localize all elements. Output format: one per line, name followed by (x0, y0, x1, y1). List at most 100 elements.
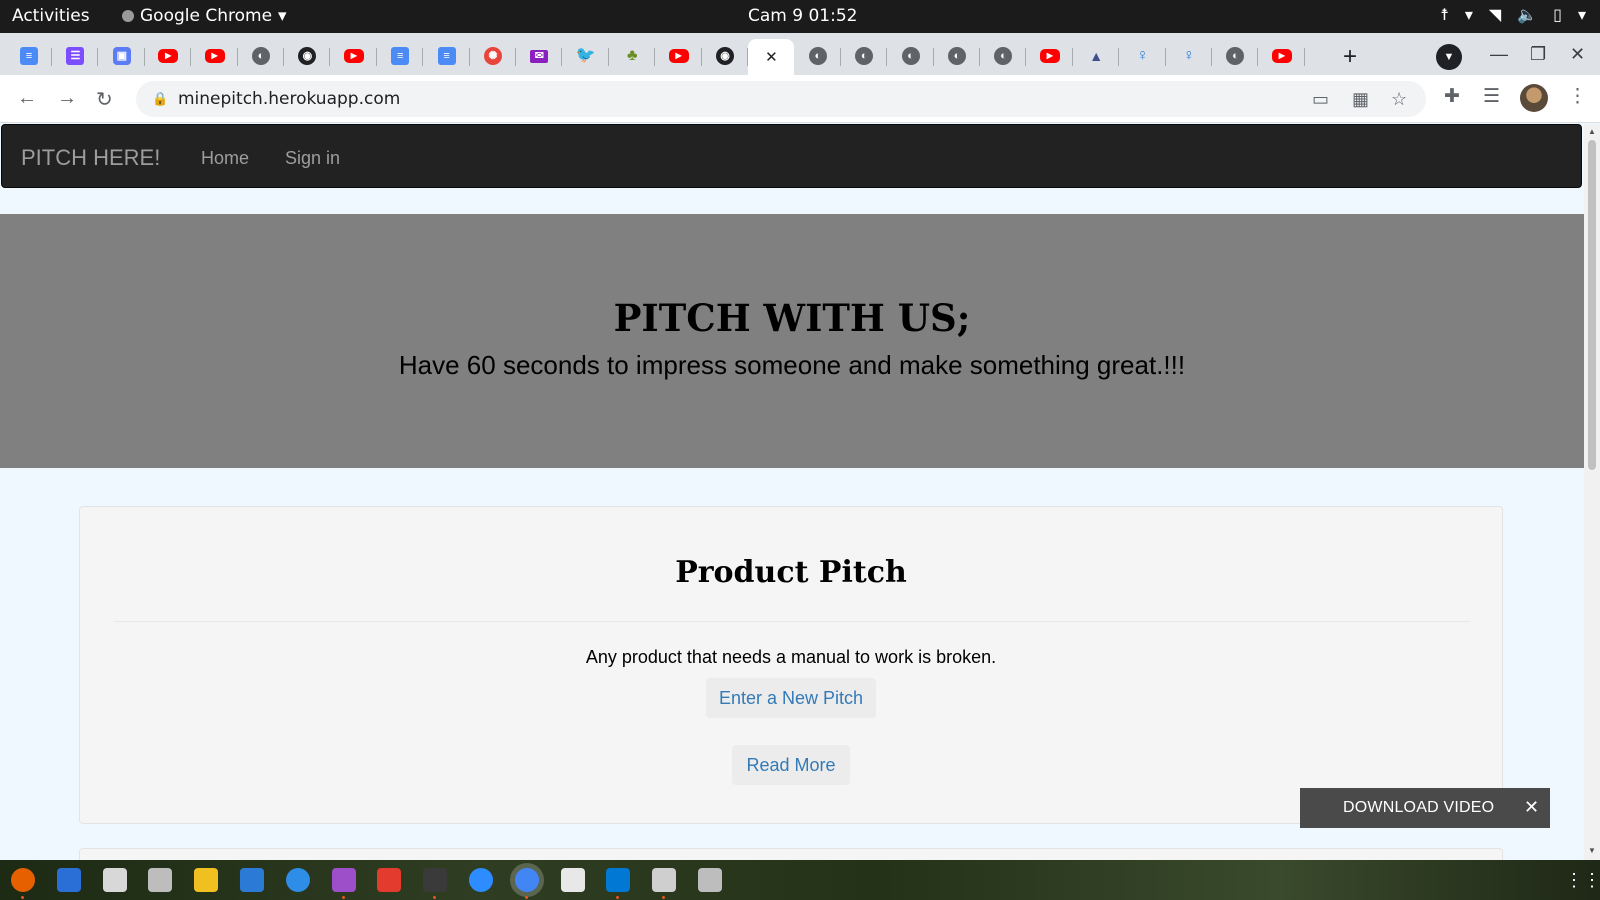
browser-tab[interactable]: ✉ (516, 39, 563, 73)
tab-close-icon[interactable]: ✕ (765, 48, 778, 66)
chevron-down-icon[interactable]: ▾ (1578, 5, 1586, 24)
close-icon[interactable]: ✕ (1524, 797, 1539, 818)
ubuntu-dock: ⋮⋮ (0, 860, 1600, 900)
browser-tab[interactable]: ◐ (888, 39, 934, 73)
clock[interactable]: Cam 9 01:52 (748, 6, 857, 26)
chrome-icon[interactable] (514, 868, 539, 892)
browser-tab[interactable]: 🐦 (563, 39, 609, 73)
files-icon[interactable] (102, 868, 127, 892)
minimize-icon[interactable]: — (1490, 44, 1508, 65)
tab-active[interactable]: ✕ (748, 39, 795, 75)
browser-tab[interactable]: ♣ (609, 39, 656, 73)
pitch-card: Product Pitch Any product that needs a m… (79, 506, 1503, 824)
browser-tab[interactable]: ☰ (52, 39, 99, 73)
browser-tab[interactable]: ▶ (656, 39, 702, 73)
document-viewer-icon[interactable] (560, 868, 585, 892)
browser-tab[interactable]: ▶ (192, 39, 238, 73)
new-tab-button[interactable]: + (1336, 43, 1364, 71)
extensions-icon[interactable]: ✚ (1444, 85, 1460, 108)
show-applications-icon[interactable]: ⋮⋮ (1565, 870, 1600, 891)
maximize-icon[interactable]: ❐ (1530, 44, 1546, 65)
hero-subtitle: Have 60 seconds to impress someone and m… (398, 350, 1186, 380)
media-control-icon[interactable]: ☰ (1483, 85, 1500, 108)
browser-tab[interactable]: ◐ (980, 39, 1027, 73)
browser-tab[interactable]: ◐ (795, 39, 841, 73)
app-menu[interactable]: Google Chrome ▾ (122, 6, 287, 26)
browser-tab[interactable]: ▶ (1027, 39, 1073, 73)
site-brand[interactable]: PITCH HERE! (21, 145, 160, 171)
rhythmbox-icon[interactable] (194, 868, 219, 892)
browser-tab[interactable]: ▲ (1073, 39, 1120, 73)
screenshot-icon[interactable] (148, 868, 173, 892)
browser-tab[interactable]: ▶ (331, 39, 377, 73)
drive-icon[interactable] (698, 868, 722, 892)
video-icon[interactable] (331, 868, 356, 892)
vscode-icon[interactable] (606, 868, 631, 892)
browser-tab[interactable]: ◐ (934, 39, 980, 73)
browser-tab[interactable]: ✺ (470, 39, 516, 73)
url-text[interactable]: minepitch.herokuapp.com (178, 89, 400, 109)
pitch-category-title: Product Pitch (675, 555, 907, 590)
scrollbar-thumb[interactable] (1588, 140, 1596, 470)
lock-icon[interactable]: 🔒 (152, 91, 168, 107)
zoom-icon[interactable] (469, 868, 493, 892)
globe-icon: ◐ (855, 47, 874, 65)
accessibility-icon[interactable]: ☨ (1440, 5, 1449, 24)
hero-banner: PITCH WITH US; Have 60 seconds to impres… (0, 214, 1584, 468)
browser-tab[interactable]: ◉ (702, 39, 748, 73)
browser-tab[interactable]: ♀ (1166, 39, 1212, 73)
app-menu-label: Google Chrome (140, 6, 273, 26)
browser-tab[interactable]: ◐ (238, 39, 284, 73)
usb-creator-icon[interactable] (652, 868, 677, 892)
bookmark-star-icon[interactable]: ☆ (1391, 89, 1407, 110)
thunderbird-icon[interactable] (56, 868, 81, 892)
nav-home-link[interactable]: Home (201, 148, 249, 169)
graduation-cap-icon: ▲ (1089, 48, 1104, 64)
firefox-icon[interactable] (11, 868, 35, 892)
tab-search-button[interactable]: ▼ (1436, 44, 1462, 70)
download-video-bar[interactable]: DOWNLOAD VIDEO ✕ (1300, 788, 1550, 828)
terminal-icon[interactable] (423, 868, 448, 892)
chevron-down-icon[interactable]: ▾ (1465, 5, 1473, 24)
volume-icon[interactable]: 🔈 (1517, 5, 1537, 24)
qr-code-icon[interactable]: ▦ (1352, 89, 1369, 110)
wifi-icon[interactable]: ◥ (1489, 5, 1501, 24)
running-indicator (433, 896, 437, 899)
browser-tab[interactable]: ◐ (1212, 39, 1259, 73)
yoga-icon: ♀ (1136, 47, 1149, 64)
address-bar[interactable]: 🔒 minepitch.herokuapp.com ▭ ▦ ☆ (136, 81, 1426, 117)
window-close-icon[interactable]: ✕ (1570, 44, 1585, 65)
nav-sign-in-link[interactable]: Sign in (285, 148, 340, 169)
running-indicator (21, 896, 24, 899)
download-video-label[interactable]: DOWNLOAD VIDEO (1343, 799, 1494, 817)
browser-tab[interactable]: ◉ (284, 39, 331, 73)
scroll-down-icon[interactable]: ▼ (1588, 846, 1596, 855)
browser-tab[interactable]: ≡ (424, 39, 470, 73)
writer-icon[interactable] (240, 868, 264, 892)
browser-tab[interactable]: ≡ (6, 39, 52, 73)
browser-tab[interactable]: ▶ (1259, 39, 1305, 73)
docs-icon: ≡ (391, 47, 410, 65)
browser-tab[interactable]: ◐ (841, 39, 888, 73)
read-more-button[interactable]: Read More (732, 745, 850, 785)
forward-icon[interactable]: → (57, 87, 77, 110)
browser-tab[interactable]: ♀ (1120, 39, 1166, 73)
help-icon[interactable] (285, 868, 310, 892)
battery-icon[interactable]: ▯ (1553, 5, 1562, 24)
kebab-menu-icon[interactable]: ⋮ (1568, 85, 1587, 108)
scroll-up-icon[interactable]: ▲ (1588, 127, 1596, 136)
browser-tab[interactable]: ▣ (99, 39, 145, 73)
enter-new-pitch-button[interactable]: Enter a New Pitch (706, 678, 876, 718)
anydesk-icon[interactable] (377, 868, 402, 892)
globe-icon: ◐ (808, 47, 827, 65)
page-scrollbar[interactable]: ▲ ▼ (1584, 124, 1600, 860)
system-tray[interactable]: ☨ ▾ ◥ 🔈 ▯ ▾ (1440, 5, 1586, 24)
browser-tab[interactable]: ≡ (377, 39, 424, 73)
activities-button[interactable]: Activities (12, 6, 90, 26)
reload-icon[interactable]: ↻ (96, 87, 113, 112)
cast-icon[interactable]: ▭ (1312, 89, 1329, 110)
profile-avatar[interactable] (1520, 84, 1548, 112)
back-icon[interactable]: ← (17, 87, 37, 110)
globe-icon: ◐ (1226, 47, 1245, 65)
browser-tab[interactable]: ▶ (145, 39, 192, 73)
